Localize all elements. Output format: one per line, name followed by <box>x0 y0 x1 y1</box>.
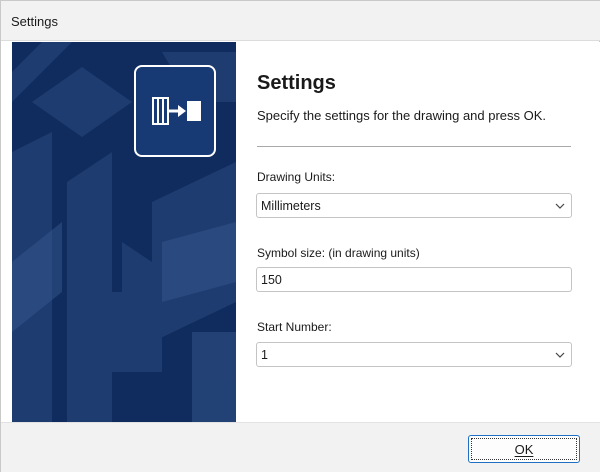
drawing-units-value: Millimeters <box>261 199 321 213</box>
settings-form: Settings Specify the settings for the dr… <box>237 42 600 422</box>
title-bar[interactable]: Settings <box>1 1 600 41</box>
settings-dialog: Settings Settings Specify the settings f… <box>0 0 600 472</box>
start-number-label: Start Number: <box>257 320 332 334</box>
ok-button[interactable]: OK <box>468 435 580 463</box>
instructions-text: Specify the settings for the drawing and… <box>257 108 547 123</box>
symbol-size-input[interactable]: 150 <box>256 267 572 292</box>
page-title: Settings <box>257 72 336 94</box>
divider <box>257 146 571 147</box>
window-title: Settings <box>11 14 58 29</box>
drawing-units-select[interactable]: Millimeters <box>256 193 572 218</box>
ok-button-label: OK <box>514 442 534 457</box>
start-number-select[interactable]: 1 <box>256 342 572 367</box>
symbol-size-value: 150 <box>261 273 282 287</box>
insert-block-icon <box>134 65 216 157</box>
symbol-size-label: Symbol size: (in drawing units) <box>257 246 420 260</box>
chevron-down-icon <box>555 352 565 358</box>
start-number-value: 1 <box>261 348 268 362</box>
chevron-down-icon <box>555 203 565 209</box>
drawing-units-label: Drawing Units: <box>257 170 336 184</box>
